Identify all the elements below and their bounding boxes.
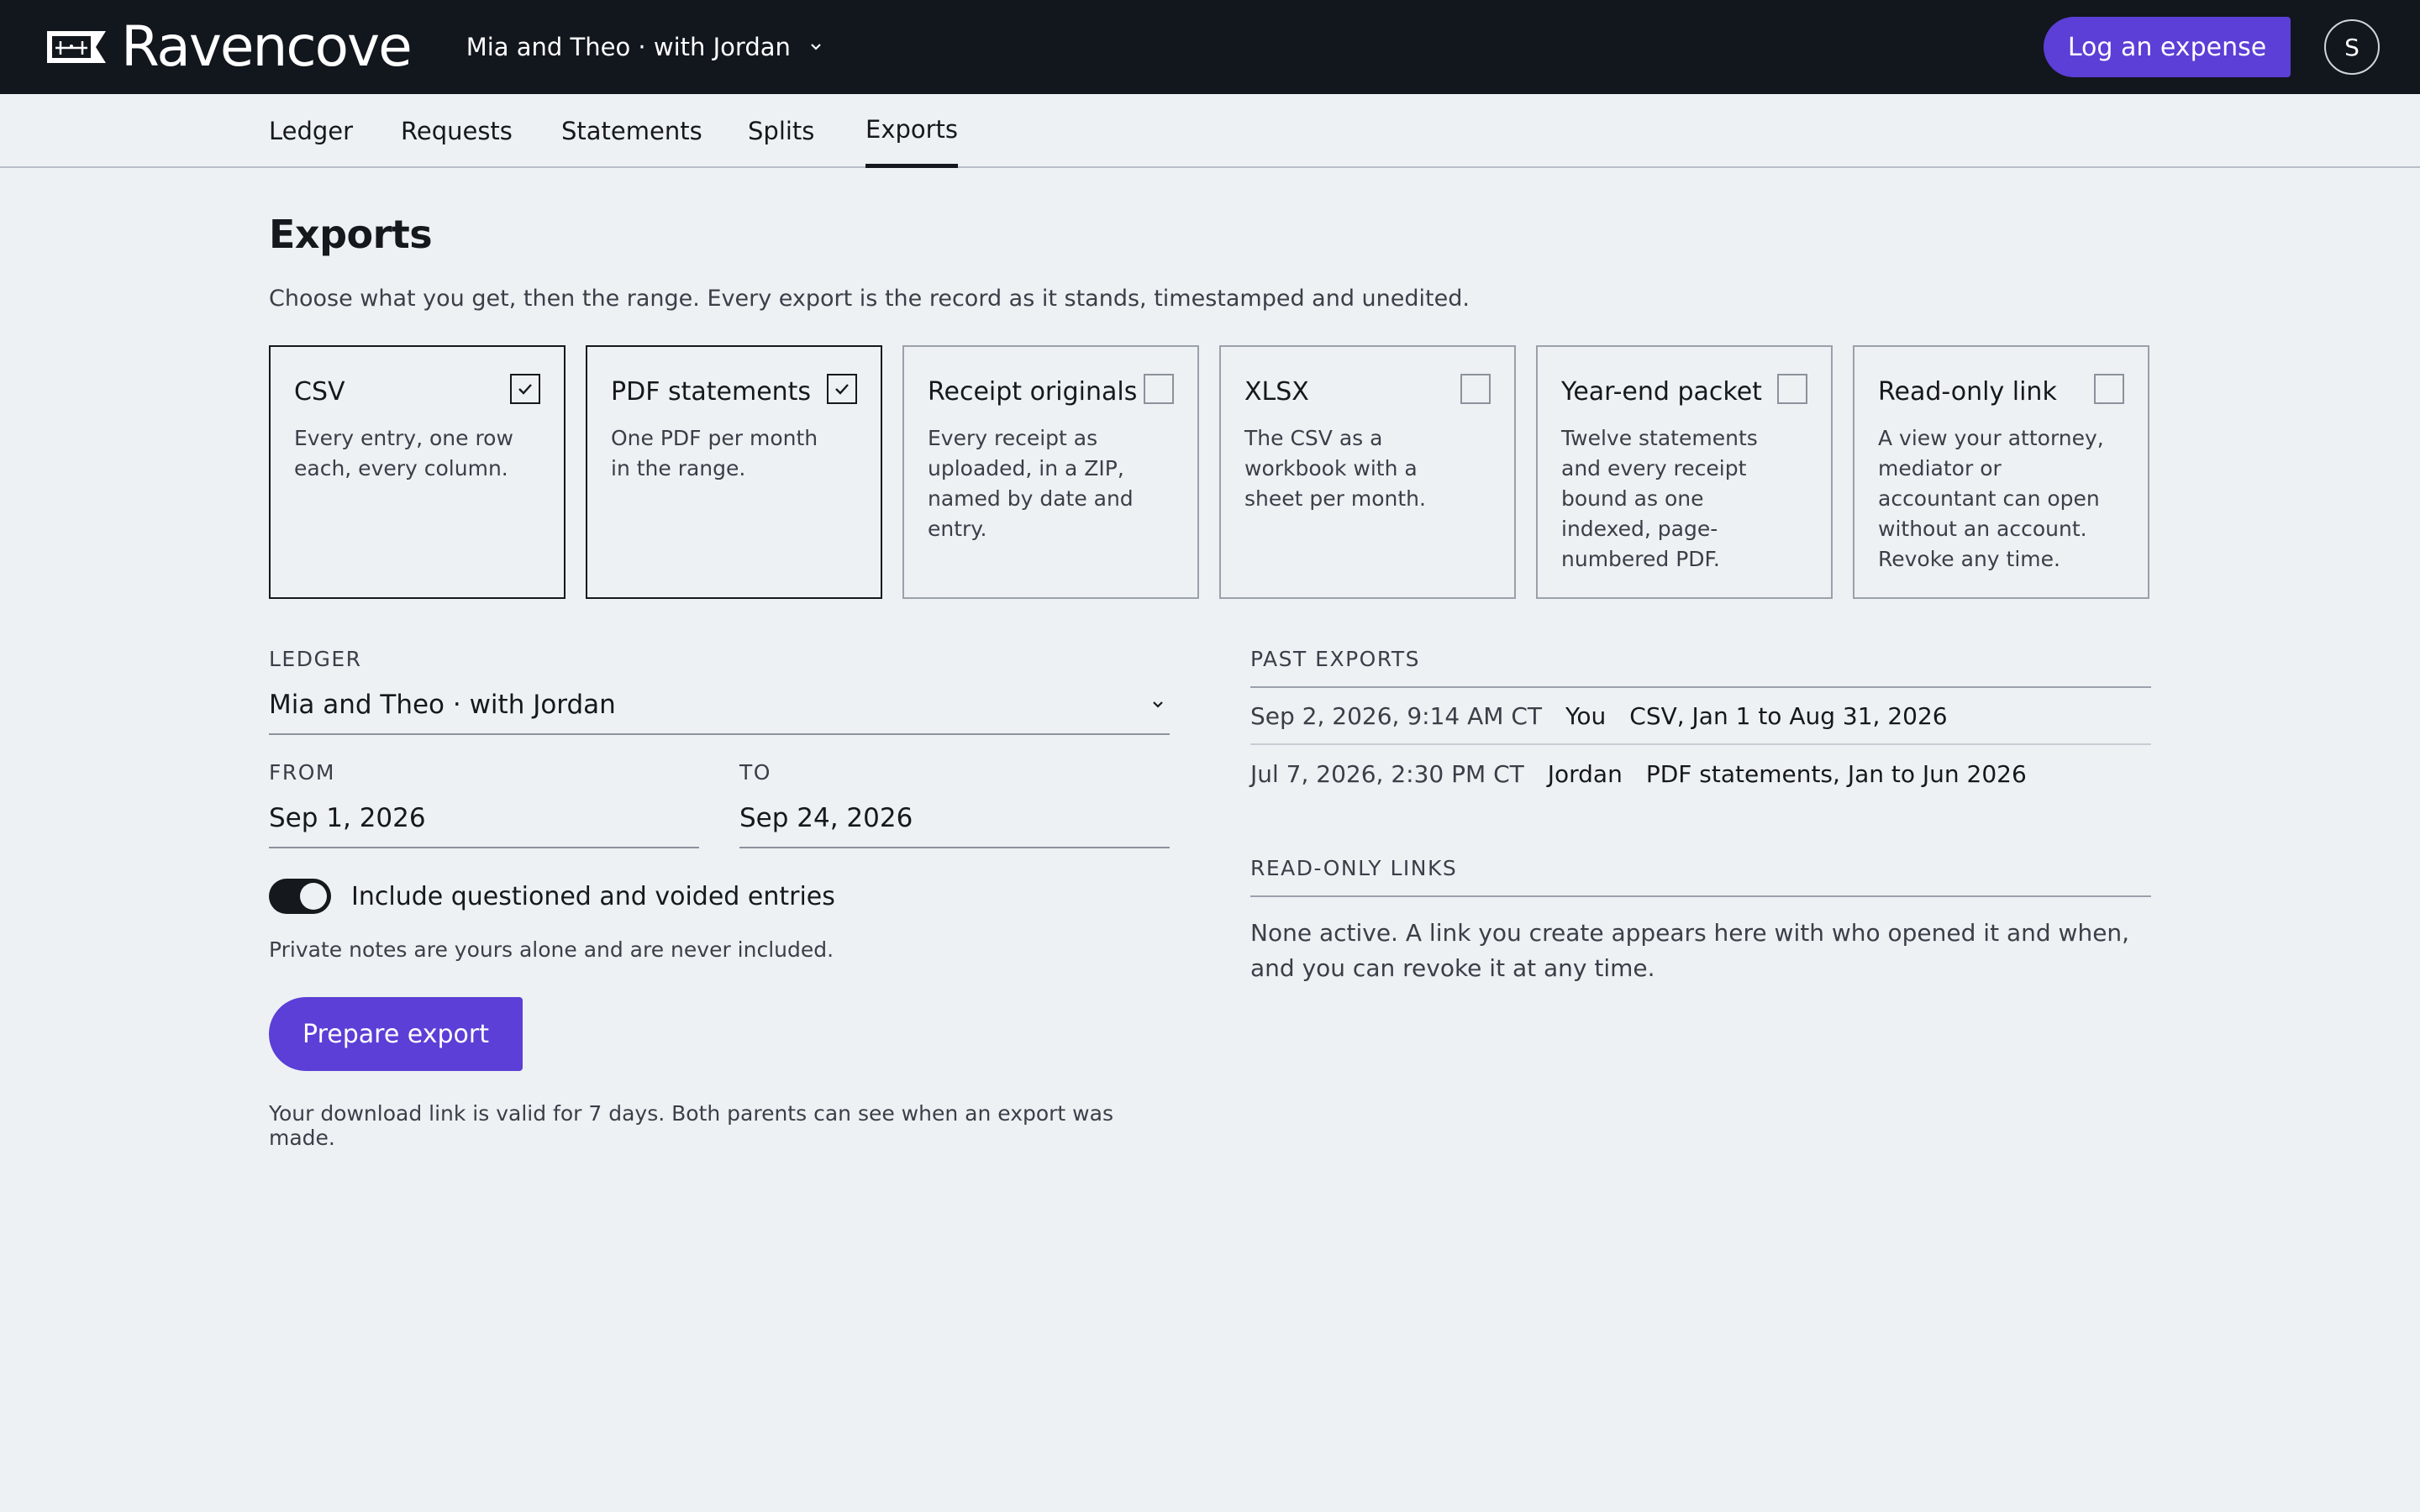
app-logo[interactable]: Ravencove	[45, 14, 413, 79]
include-questioned-toggle[interactable]	[269, 879, 331, 914]
ledger-select-value: Mia and Theo · with Jordan	[269, 690, 616, 720]
ledger-field-label: LEDGER	[269, 647, 362, 671]
ledger-switcher-label: Mia and Theo · with Jordan	[466, 33, 791, 61]
format-card-title: PDF statements	[611, 377, 812, 407]
format-checkbox[interactable]	[1144, 374, 1174, 404]
format-checkbox[interactable]	[1460, 374, 1491, 404]
tab-ledger[interactable]: Ledger	[269, 94, 353, 168]
from-date-input[interactable]: Sep 1, 2026	[269, 796, 699, 848]
format-card-receipt-originals[interactable]: Receipt originals Every receipt as uploa…	[902, 345, 1199, 599]
past-export-row: Jul 7, 2026, 2:30 PM CT Jordan PDF state…	[1250, 745, 2151, 802]
format-card-title: Receipt originals	[928, 377, 1138, 407]
to-date-group: TO Sep 24, 2026	[739, 760, 1170, 848]
format-card-title: CSV	[294, 377, 345, 407]
export-format-cards: CSV Every entry, one row each, every col…	[269, 345, 2151, 599]
from-field-label: FROM	[269, 760, 335, 785]
check-icon	[518, 384, 532, 395]
past-export-who: You	[1565, 701, 1607, 730]
format-card-description: The CSV as a workbook with a sheet per m…	[1244, 426, 1426, 511]
chevron-down-icon	[811, 44, 821, 50]
format-checkbox[interactable]	[1777, 374, 1807, 404]
include-questioned-label: Include questioned and voided entries	[351, 881, 835, 911]
format-card-description: Every entry, one row each, every column.	[294, 426, 513, 480]
read-only-links-label: READ-ONLY LINKS	[1250, 856, 1458, 880]
format-card-csv[interactable]: CSV Every entry, one row each, every col…	[269, 345, 566, 599]
privacy-hint: Private notes are yours alone and are ne…	[269, 937, 834, 962]
read-only-links-empty-text: None active. A link you create appears h…	[1250, 919, 2130, 982]
past-exports-label: PAST EXPORTS	[1250, 647, 1421, 671]
tab-exports[interactable]: Exports	[865, 94, 959, 168]
format-checkbox[interactable]	[2094, 374, 2124, 404]
tab-statements[interactable]: Statements	[561, 94, 702, 168]
top-actions: Log an expense S	[2044, 17, 2380, 77]
past-export-time: Jul 7, 2026, 2:30 PM CT	[1250, 759, 1524, 788]
format-card-description: A view your attorney, mediator or accoun…	[1878, 426, 2104, 571]
past-exports-list: Sep 2, 2026, 9:14 AM CT You CSV, Jan 1 t…	[1250, 688, 2151, 802]
date-range: FROM Sep 1, 2026 TO Sep 24, 2026	[269, 760, 1170, 848]
to-date-input[interactable]: Sep 24, 2026	[739, 796, 1170, 848]
main-content: Exports Choose what you get, then the ra…	[269, 168, 2151, 1150]
past-export-row: Sep 2, 2026, 9:14 AM CT You CSV, Jan 1 t…	[1250, 688, 2151, 745]
export-history: PAST EXPORTS Sep 2, 2026, 9:14 AM CT You…	[1250, 647, 2151, 986]
export-form: LEDGER Mia and Theo · with Jordan FROM S…	[269, 647, 1170, 1150]
page-subtitle: Choose what you get, then the range. Eve…	[269, 286, 1470, 312]
to-field-label: TO	[739, 760, 771, 785]
format-card-pdf-statements[interactable]: PDF statements One PDF per month in the …	[586, 345, 882, 599]
tab-splits[interactable]: Splits	[748, 94, 814, 168]
tab-requests[interactable]: Requests	[401, 94, 513, 168]
format-card-title: Year-end packet	[1561, 377, 1762, 407]
toggle-knob	[300, 883, 327, 910]
tab-bar: Ledger Requests Statements Splits Export…	[0, 94, 2420, 168]
format-card-description: Twelve statements and every receipt boun…	[1561, 426, 1758, 571]
include-entries-toggle-row: Include questioned and voided entries	[269, 879, 1170, 914]
top-bar: Ravencove Mia and Theo · with Jordan Log…	[0, 0, 2420, 94]
format-card-read-only-link[interactable]: Read-only link A view your attorney, med…	[1853, 345, 2149, 599]
app-name: Ravencove	[121, 14, 413, 79]
avatar-initial: S	[2344, 33, 2360, 61]
past-export-time: Sep 2, 2026, 9:14 AM CT	[1250, 701, 1542, 730]
format-checkbox-checked[interactable]	[827, 374, 857, 404]
check-icon	[835, 384, 849, 395]
page-title: Exports	[269, 212, 433, 257]
format-checkbox-checked[interactable]	[510, 374, 540, 404]
ledger-logo-icon	[47, 31, 106, 63]
format-card-description: One PDF per month in the range.	[611, 426, 818, 480]
read-only-links-section: READ-ONLY LINKS None active. A link you …	[1250, 856, 2151, 986]
user-avatar[interactable]: S	[2324, 19, 2380, 75]
from-date-group: FROM Sep 1, 2026	[269, 760, 699, 848]
past-export-who: Jordan	[1547, 759, 1623, 788]
past-export-link[interactable]: PDF statements, Jan to Jun 2026	[1646, 760, 2027, 788]
ledger-select[interactable]: Mia and Theo · with Jordan	[269, 685, 1170, 735]
ledger-switcher[interactable]: Mia and Theo · with Jordan	[466, 33, 824, 61]
format-card-year-end-packet[interactable]: Year-end packet Twelve statements and ev…	[1536, 345, 1833, 599]
divider	[1250, 895, 2151, 897]
format-card-description: Every receipt as uploaded, in a ZIP, nam…	[928, 426, 1134, 541]
prepare-export-button[interactable]: Prepare export	[269, 997, 523, 1071]
past-export-link[interactable]: CSV, Jan 1 to Aug 31, 2026	[1629, 702, 1947, 730]
download-hint: Your download link is valid for 7 days. …	[269, 1101, 1113, 1150]
format-card-xlsx[interactable]: XLSX The CSV as a workbook with a sheet …	[1219, 345, 1516, 599]
log-expense-button[interactable]: Log an expense	[2044, 17, 2291, 77]
format-card-title: Read-only link	[1878, 377, 2057, 407]
chevron-down-icon	[1153, 701, 1163, 708]
format-card-title: XLSX	[1244, 377, 1309, 407]
